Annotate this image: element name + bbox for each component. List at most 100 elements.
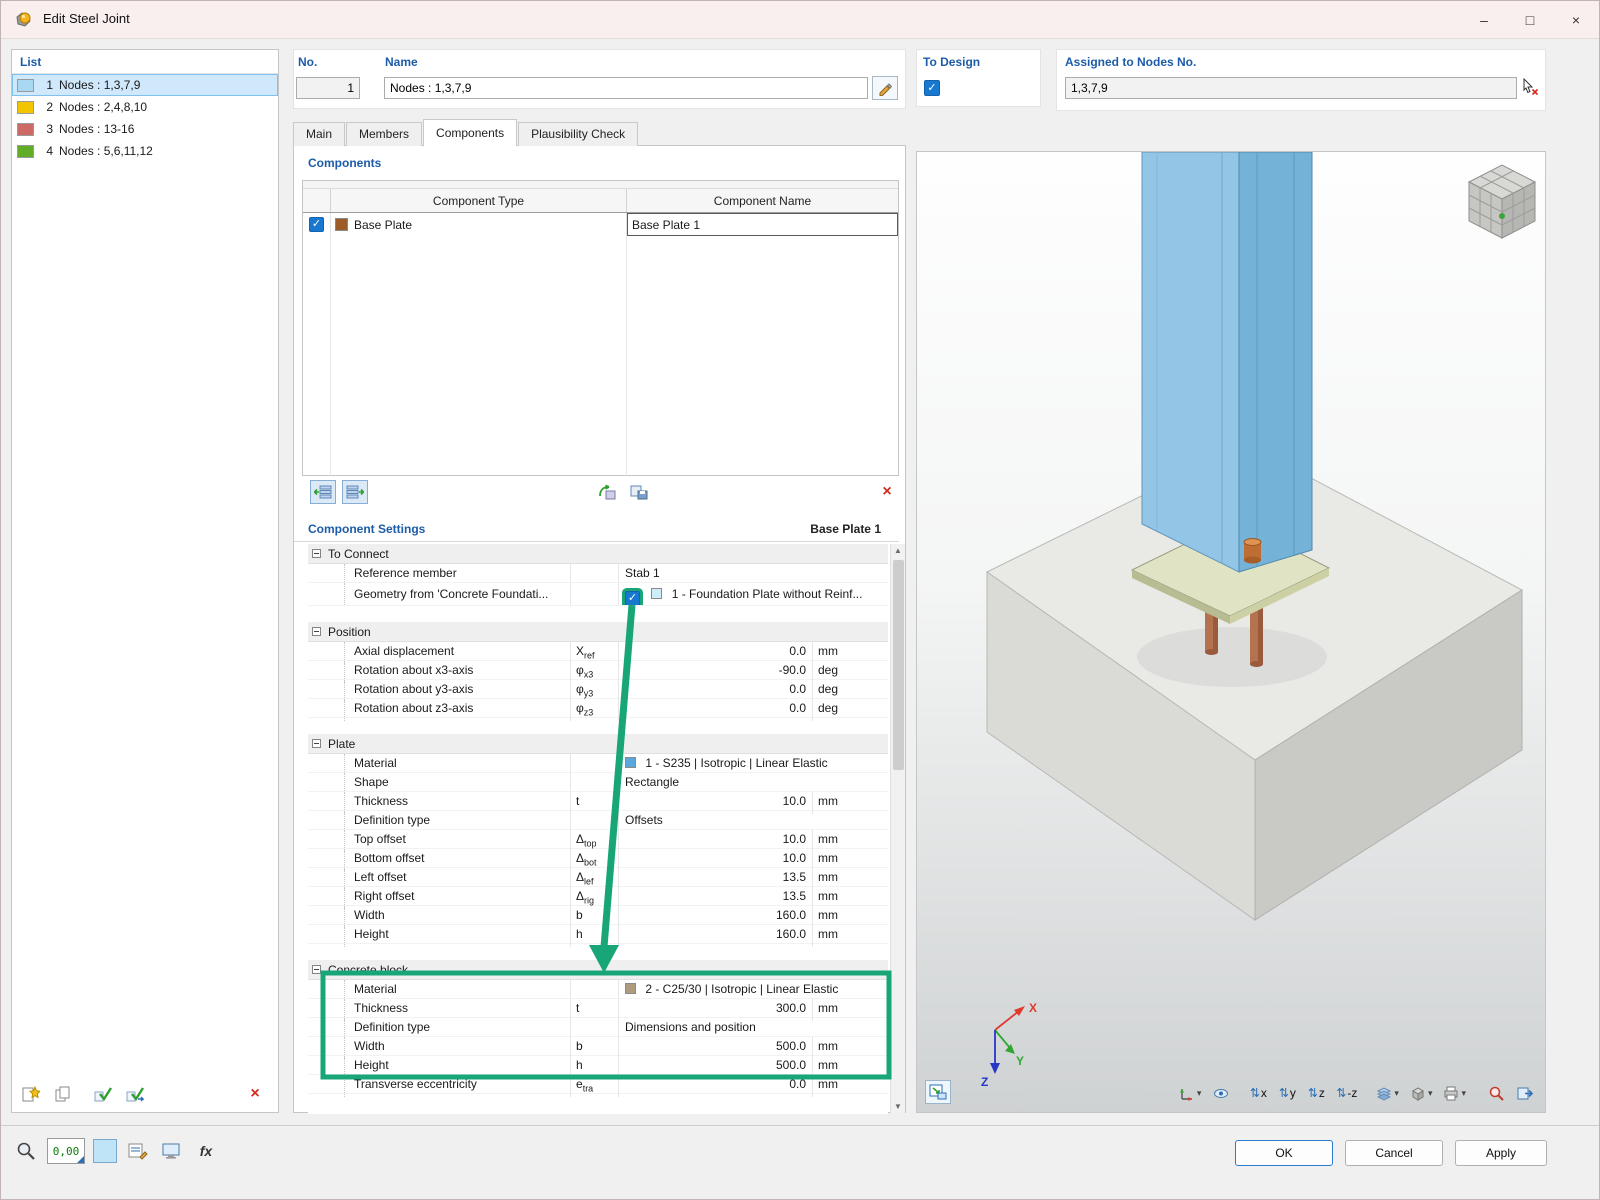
scrollbar-thumb[interactable] bbox=[893, 560, 904, 770]
maximize-button[interactable]: □ bbox=[1507, 1, 1553, 38]
status-toolbar: 0,00 fx bbox=[13, 1138, 219, 1164]
setting-row-rotation-y3: Rotation about y3-axis φy3 0.0 deg bbox=[308, 680, 888, 703]
group-label: Position bbox=[328, 624, 371, 639]
export-view-icon[interactable] bbox=[1513, 1082, 1537, 1104]
apply-check-icon[interactable] bbox=[90, 1082, 116, 1106]
checkbox-column-header bbox=[303, 189, 331, 212]
list-item-2[interactable]: 2 Nodes : 2,4,8,10 bbox=[12, 96, 278, 118]
annotation-settings-icon[interactable] bbox=[125, 1139, 151, 1163]
save-component-icon[interactable] bbox=[626, 480, 652, 504]
component-active-checkbox[interactable]: ✓ bbox=[309, 217, 324, 232]
list-item-3[interactable]: 3 Nodes : 13-16 bbox=[12, 118, 278, 140]
copy-joint-icon[interactable] bbox=[50, 1082, 76, 1106]
view-y-icon[interactable]: ⇅ y bbox=[1275, 1082, 1299, 1104]
display-properties-icon[interactable] bbox=[159, 1139, 185, 1163]
header-fields: No. Name bbox=[293, 49, 906, 109]
setting-value[interactable]: Stab 1 bbox=[618, 564, 888, 582]
viewport-toolbar: ▾ ⇅ x ⇅ y ⇅ z ⇅ -z ▾ ▾ ▾ bbox=[1176, 1082, 1537, 1104]
setting-symbol bbox=[570, 754, 618, 772]
geometry-from-checkbox[interactable]: ✓ bbox=[625, 591, 640, 605]
joint-number-field[interactable] bbox=[296, 77, 360, 99]
assigned-nodes-field[interactable] bbox=[1065, 77, 1517, 99]
fx-icon[interactable]: fx bbox=[193, 1139, 219, 1163]
tab-components[interactable]: Components bbox=[423, 119, 518, 146]
zoom-search-icon[interactable] bbox=[1484, 1082, 1508, 1104]
display-options-icon[interactable]: ▾ bbox=[1373, 1082, 1402, 1104]
app-icon bbox=[13, 9, 35, 34]
collapse-icon[interactable] bbox=[312, 549, 321, 558]
setting-value[interactable]: 1 - S235 | Isotropic | Linear Elastic bbox=[618, 754, 888, 772]
svg-text:Z: Z bbox=[981, 1075, 988, 1089]
setting-row-concrete-width: Width b 500.0 mm bbox=[308, 1037, 888, 1060]
scroll-up-icon[interactable]: ▲ bbox=[891, 544, 905, 558]
group-plate[interactable]: Plate bbox=[308, 734, 888, 754]
setting-value[interactable]: 160.0 bbox=[618, 925, 812, 948]
delete-component-icon[interactable]: × bbox=[874, 480, 900, 504]
setting-label: Material bbox=[308, 754, 570, 772]
setting-value[interactable]: Dimensions and position bbox=[618, 1018, 888, 1036]
foundation-swatch bbox=[651, 588, 663, 599]
component-name-cell[interactable]: Base Plate 1 bbox=[627, 213, 898, 236]
cancel-button[interactable]: Cancel bbox=[1345, 1140, 1443, 1166]
settings-scrollbar[interactable]: ▲ ▼ bbox=[890, 544, 905, 1114]
collapse-icon[interactable] bbox=[312, 627, 321, 636]
group-to-connect[interactable]: To Connect bbox=[308, 544, 888, 564]
view-z-icon[interactable]: ⇅ z bbox=[1304, 1082, 1328, 1104]
setting-row-plate-width: Width b 160.0 mm bbox=[308, 906, 888, 929]
new-joint-icon[interactable] bbox=[18, 1082, 44, 1106]
zoom-view-icon[interactable] bbox=[1209, 1082, 1233, 1104]
print-icon[interactable]: ▾ bbox=[1440, 1082, 1469, 1104]
joint-number: 3 bbox=[46, 122, 53, 136]
components-toolbar: × bbox=[302, 480, 899, 506]
joint-name-field[interactable] bbox=[384, 77, 868, 99]
minimize-button[interactable]: – bbox=[1461, 1, 1507, 38]
apply-button[interactable]: Apply bbox=[1455, 1140, 1547, 1166]
tab-plausibility-check[interactable]: Plausibility Check bbox=[518, 122, 639, 146]
view-minus-z-icon[interactable]: ⇅ -z bbox=[1333, 1082, 1360, 1104]
fit-view-icon[interactable] bbox=[925, 1080, 951, 1104]
import-component-icon[interactable] bbox=[594, 480, 620, 504]
list-item-4[interactable]: 4 Nodes : 5,6,11,12 bbox=[12, 140, 278, 162]
edit-steel-joint-dialog: Edit Steel Joint – □ × List 1 Nodes : 1,… bbox=[0, 0, 1600, 1200]
remove-component-icon[interactable] bbox=[342, 480, 368, 504]
setting-value[interactable]: Offsets bbox=[618, 811, 888, 829]
setting-value[interactable]: 0.0 bbox=[618, 1075, 812, 1098]
list-item-1[interactable]: 1 Nodes : 1,3,7,9 bbox=[12, 74, 278, 96]
delete-joint-icon[interactable]: × bbox=[242, 1082, 268, 1106]
name-label: Name bbox=[385, 55, 418, 69]
setting-value[interactable]: Rectangle bbox=[618, 773, 888, 791]
setting-row-axial-displacement: Axial displacement Xref 0.0 mm bbox=[308, 642, 888, 665]
group-position[interactable]: Position bbox=[308, 622, 888, 642]
tab-main[interactable]: Main bbox=[293, 122, 346, 146]
render-mode-icon[interactable]: ▾ bbox=[1407, 1082, 1436, 1104]
setting-label: Transverse eccentricity bbox=[308, 1075, 570, 1098]
search-icon[interactable] bbox=[13, 1139, 39, 1163]
background-color-button[interactable] bbox=[93, 1139, 117, 1163]
component-row[interactable]: ✓ Base Plate Base Plate 1 bbox=[303, 213, 898, 236]
collapse-icon[interactable] bbox=[312, 739, 321, 748]
scroll-down-icon[interactable]: ▼ bbox=[891, 1100, 905, 1114]
insert-component-icon[interactable] bbox=[310, 480, 336, 504]
view-orientation-icon[interactable]: ▾ bbox=[1176, 1082, 1205, 1104]
view-x-icon[interactable]: ⇅ x bbox=[1246, 1082, 1270, 1104]
component-type-cell[interactable]: Base Plate bbox=[331, 213, 627, 236]
to-design-checkbox[interactable]: ✓ bbox=[924, 80, 940, 96]
setting-row-plate-thickness: Thickness t 10.0 mm bbox=[308, 792, 888, 815]
collapse-icon[interactable] bbox=[312, 965, 321, 974]
setting-value[interactable]: ✓ 1 - Foundation Plate without Reinf... bbox=[618, 583, 888, 605]
rename-edit-icon[interactable] bbox=[872, 76, 898, 100]
pick-nodes-icon[interactable] bbox=[1517, 75, 1543, 99]
setting-value[interactable]: 0.0 bbox=[618, 699, 812, 722]
close-button[interactable]: × bbox=[1553, 1, 1599, 38]
ok-button[interactable]: OK bbox=[1235, 1140, 1333, 1166]
setting-row-transverse-eccentricity: Transverse eccentricity etra 0.0 mm bbox=[308, 1075, 888, 1098]
group-label: Concrete block bbox=[328, 962, 409, 977]
tab-members[interactable]: Members bbox=[346, 122, 423, 146]
group-concrete-block[interactable]: Concrete block bbox=[308, 960, 888, 980]
navigation-cube[interactable] bbox=[1467, 164, 1537, 239]
snap-grid-display[interactable]: 0,00 bbox=[47, 1138, 85, 1164]
model-viewport[interactable]: X Y Z ▾ ⇅ x ⇅ y ⇅ z ⇅ -z ▾ ▾ ▾ bbox=[916, 151, 1546, 1113]
setting-value[interactable]: 2 - C25/30 | Isotropic | Linear Elastic bbox=[618, 980, 888, 998]
select-check-icon[interactable] bbox=[122, 1082, 148, 1106]
components-tab-panel: Components Component Type Component Name… bbox=[293, 145, 906, 1114]
